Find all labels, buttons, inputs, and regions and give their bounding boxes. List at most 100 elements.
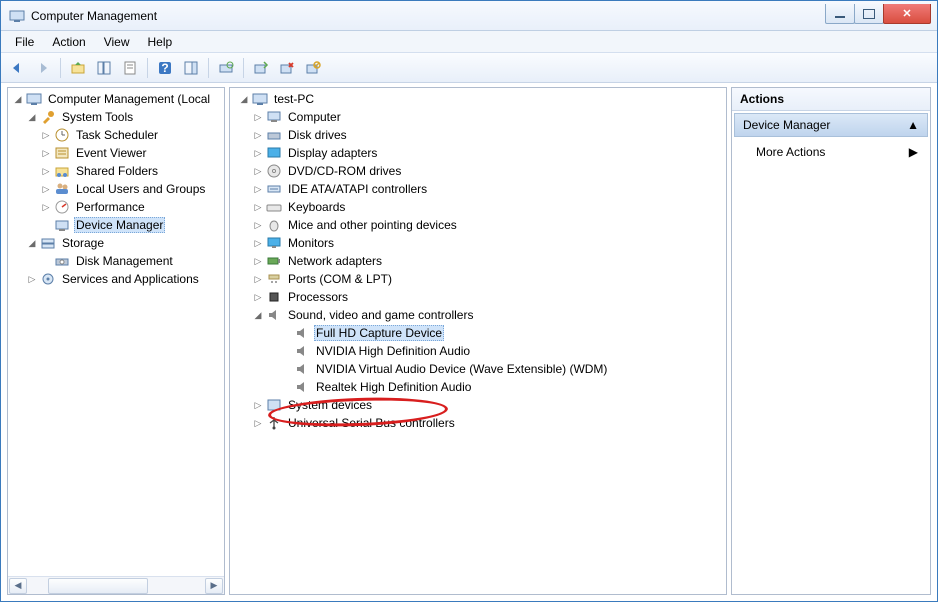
device-category-display-adapters[interactable]: ▷ Display adapters	[230, 144, 726, 162]
expand-icon[interactable]: ▷	[252, 165, 264, 177]
tree-label: Ports (COM & LPT)	[286, 272, 394, 286]
collapse-icon[interactable]: ◢	[238, 93, 250, 105]
expand-icon[interactable]: ▷	[252, 147, 264, 159]
device-realtek-audio[interactable]: ▷ Realtek High Definition Audio	[230, 378, 726, 396]
tree-label: Disk drives	[286, 128, 349, 142]
expand-icon[interactable]: ▷	[40, 147, 52, 159]
sound-device-icon	[294, 361, 310, 377]
device-category-processors[interactable]: ▷ Processors	[230, 288, 726, 306]
device-nvidia-virtual-audio[interactable]: ▷ NVIDIA Virtual Audio Device (Wave Exte…	[230, 360, 726, 378]
scan-hardware-button[interactable]	[214, 56, 238, 80]
forward-button[interactable]	[31, 56, 55, 80]
disable-button[interactable]	[301, 56, 325, 80]
expand-icon[interactable]: ▷	[252, 201, 264, 213]
ide-controller-icon	[266, 181, 282, 197]
device-category-dvd[interactable]: ▷ DVD/CD-ROM drives	[230, 162, 726, 180]
tree-services-apps[interactable]: ▷ Services and Applications	[8, 270, 224, 288]
close-button[interactable]	[883, 4, 931, 24]
tree-shared-folders[interactable]: ▷ Shared Folders	[8, 162, 224, 180]
device-category-computer[interactable]: ▷ Computer	[230, 108, 726, 126]
menu-help[interactable]: Help	[140, 33, 181, 51]
menu-action[interactable]: Action	[44, 33, 93, 51]
device-category-network[interactable]: ▷ Network adapters	[230, 252, 726, 270]
menu-view[interactable]: View	[96, 33, 138, 51]
expand-icon[interactable]: ▷	[26, 273, 38, 285]
tree-system-tools[interactable]: ◢ System Tools	[8, 108, 224, 126]
expand-icon[interactable]: ▷	[252, 237, 264, 249]
tree-local-users[interactable]: ▷ Local Users and Groups	[8, 180, 224, 198]
collapse-icon[interactable]: ◢	[12, 93, 24, 105]
expand-icon[interactable]: ▷	[252, 255, 264, 267]
keyboard-icon	[266, 199, 282, 215]
device-category-ide[interactable]: ▷ IDE ATA/ATAPI controllers	[230, 180, 726, 198]
minimize-button[interactable]	[825, 4, 855, 24]
expand-icon[interactable]: ▷	[252, 399, 264, 411]
expand-icon[interactable]: ▷	[252, 417, 264, 429]
device-category-system-devices[interactable]: ▷ System devices	[230, 396, 726, 414]
actions-section-device-manager[interactable]: Device Manager ▲	[734, 113, 928, 137]
device-category-disk-drives[interactable]: ▷ Disk drives	[230, 126, 726, 144]
update-driver-button[interactable]	[249, 56, 273, 80]
scroll-track[interactable]	[28, 578, 204, 594]
horizontal-scrollbar[interactable]: ◀ ▶	[8, 576, 224, 594]
disk-management-icon	[54, 253, 70, 269]
tree-label: System devices	[286, 398, 374, 412]
device-category-ports[interactable]: ▷ Ports (COM & LPT)	[230, 270, 726, 288]
tree-disk-management[interactable]: ▷ Disk Management	[8, 252, 224, 270]
window-buttons	[826, 4, 937, 26]
expand-icon[interactable]: ▷	[40, 183, 52, 195]
expand-icon[interactable]: ▷	[252, 183, 264, 195]
toolbar-separator	[147, 58, 148, 78]
properties-button[interactable]	[118, 56, 142, 80]
expand-icon[interactable]: ▷	[252, 111, 264, 123]
device-category-mice[interactable]: ▷ Mice and other pointing devices	[230, 216, 726, 234]
device-category-usb[interactable]: ▷ Universal Serial Bus controllers	[230, 414, 726, 432]
expand-icon[interactable]: ▷	[252, 129, 264, 141]
expand-icon[interactable]: ▷	[252, 219, 264, 231]
actions-more-actions[interactable]: More Actions ▶	[732, 139, 930, 165]
tree-label: Processors	[286, 290, 350, 304]
device-nvidia-hd-audio[interactable]: ▷ NVIDIA High Definition Audio	[230, 342, 726, 360]
device-tree[interactable]: ◢ test-PC ▷ Computer ▷ Disk drives	[230, 88, 726, 594]
toolbar-separator	[60, 58, 61, 78]
expand-icon[interactable]: ▷	[40, 129, 52, 141]
collapse-icon[interactable]: ◢	[252, 309, 264, 321]
uninstall-button[interactable]	[275, 56, 299, 80]
tree-storage[interactable]: ◢ Storage	[8, 234, 224, 252]
scroll-thumb[interactable]	[48, 578, 148, 594]
back-button[interactable]	[5, 56, 29, 80]
help-button[interactable]: ?	[153, 56, 177, 80]
actions-section-label: Device Manager	[743, 118, 830, 132]
device-root[interactable]: ◢ test-PC	[230, 90, 726, 108]
collapse-icon: ▲	[907, 118, 919, 132]
tree-device-manager[interactable]: ▷ Device Manager	[8, 216, 224, 234]
show-hide-action-pane-button[interactable]	[179, 56, 203, 80]
scroll-left-button[interactable]: ◀	[9, 578, 27, 594]
expand-icon[interactable]: ▷	[252, 291, 264, 303]
scroll-right-button[interactable]: ▶	[205, 578, 223, 594]
tree-label: Disk Management	[74, 254, 175, 268]
sound-device-icon	[294, 379, 310, 395]
device-category-sound[interactable]: ◢ Sound, video and game controllers	[230, 306, 726, 324]
menu-file[interactable]: File	[7, 33, 42, 51]
tree-root-computer-management[interactable]: ◢ Computer Management (Local	[8, 90, 224, 108]
expand-icon[interactable]: ▷	[252, 273, 264, 285]
collapse-icon[interactable]: ◢	[26, 237, 38, 249]
device-category-monitors[interactable]: ▷ Monitors	[230, 234, 726, 252]
show-hide-tree-button[interactable]	[92, 56, 116, 80]
tree-performance[interactable]: ▷ Performance	[8, 198, 224, 216]
maximize-button[interactable]	[854, 4, 884, 24]
tree-label: Keyboards	[286, 200, 347, 214]
device-category-keyboards[interactable]: ▷ Keyboards	[230, 198, 726, 216]
expand-icon[interactable]: ▷	[40, 165, 52, 177]
expand-icon[interactable]: ▷	[40, 201, 52, 213]
up-button[interactable]	[66, 56, 90, 80]
tree-event-viewer[interactable]: ▷ Event Viewer	[8, 144, 224, 162]
disk-drive-icon	[266, 127, 282, 143]
device-full-hd-capture[interactable]: ▷ Full HD Capture Device	[230, 324, 726, 342]
tree-task-scheduler[interactable]: ▷ Task Scheduler	[8, 126, 224, 144]
tree-label: Shared Folders	[74, 164, 160, 178]
collapse-icon[interactable]: ◢	[26, 111, 38, 123]
console-tree[interactable]: ◢ Computer Management (Local ◢ System To…	[8, 88, 224, 576]
tree-label: NVIDIA Virtual Audio Device (Wave Extens…	[314, 362, 609, 376]
